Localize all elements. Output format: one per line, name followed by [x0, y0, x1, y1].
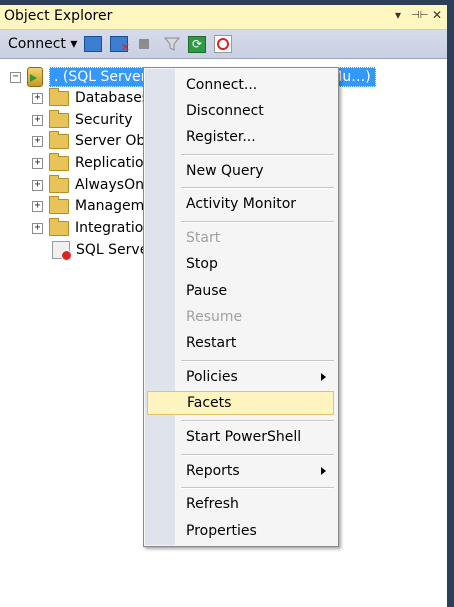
expand-icon[interactable]: + [32, 179, 43, 191]
collapse-icon[interactable]: − [10, 71, 21, 83]
expand-icon[interactable]: + [32, 222, 43, 234]
folder-icon [49, 217, 69, 236]
menu-item-start: Start [186, 230, 221, 246]
menu-item-activity-monitor[interactable]: Activity Monitor [147, 192, 334, 216]
refresh-icon[interactable]: ⟳ [188, 35, 206, 53]
submenu-arrow-icon [321, 467, 326, 475]
stop-icon[interactable] [139, 35, 149, 53]
close-icon[interactable]: ✕ [432, 8, 442, 22]
tree-node-label: Integration [75, 220, 153, 236]
connect-object-explorer-icon[interactable] [84, 35, 102, 53]
menu-item-label: Policies [186, 369, 238, 385]
tree-node-sql-server-agent[interactable]: SQL Server [52, 240, 154, 261]
menu-item-register[interactable]: Register... [147, 125, 334, 149]
server-running-icon [27, 67, 43, 87]
tree-node-databases[interactable]: + Databases [32, 87, 150, 108]
menu-item-new-query[interactable]: New Query [147, 159, 334, 183]
menu-item-properties[interactable]: Properties [147, 519, 334, 543]
tree-node-management[interactable]: + Managem [32, 195, 145, 216]
menu-separator [181, 187, 334, 189]
tree-node-label: Replication [75, 155, 153, 171]
tree-node-label: Managem [75, 198, 145, 214]
menu-item-label: Reports [186, 463, 240, 479]
agent-stopped-icon [52, 241, 72, 261]
expand-icon[interactable]: + [32, 114, 43, 126]
tree-node-alwayson[interactable]: + AlwaysOn [32, 174, 144, 195]
submenu-arrow-icon [321, 373, 326, 381]
menu-separator [181, 454, 334, 456]
folder-icon [49, 109, 69, 128]
title-bar: Object Explorer ▾ ⊣⊢ ✕ [0, 5, 447, 30]
menu-item-pause[interactable]: Pause [147, 279, 334, 303]
menu-item-stop[interactable]: Stop [147, 252, 334, 276]
activity-monitor-icon[interactable] [214, 35, 232, 53]
menu-item-resume: Resume [186, 309, 243, 325]
menu-separator [181, 221, 334, 223]
window-position-dropdown-icon[interactable]: ▾ [395, 8, 401, 22]
tree-node-label: Server Obj [75, 133, 150, 149]
expand-icon[interactable]: + [32, 135, 43, 147]
tree-node-label: Databases [75, 90, 150, 106]
menu-item-connect[interactable]: Connect... [147, 73, 334, 97]
expand-icon[interactable]: + [32, 200, 43, 212]
menu-separator [181, 420, 334, 422]
folder-icon [49, 195, 69, 214]
expand-icon[interactable]: + [32, 157, 43, 169]
menu-item-start-powershell[interactable]: Start PowerShell [147, 425, 334, 449]
menu-item-refresh[interactable]: Refresh [147, 492, 334, 516]
folder-icon [49, 174, 69, 193]
menu-item-facets[interactable]: Facets [147, 391, 334, 415]
connect-button[interactable]: Connect ▾ [8, 35, 77, 53]
tree-node-server-objects[interactable]: + Server Obj [32, 130, 150, 151]
folder-icon [49, 130, 69, 149]
tree-node-label: AlwaysOn [75, 177, 144, 193]
menu-separator [181, 360, 334, 362]
menu-item-restart[interactable]: Restart [147, 331, 334, 355]
context-menu: Connect... Disconnect Register... New Qu… [143, 67, 339, 547]
expand-icon[interactable]: + [32, 92, 43, 104]
folder-icon [49, 152, 69, 171]
tree-node-replication[interactable]: + Replication [32, 152, 153, 173]
auto-hide-pin-icon[interactable]: ⊣⊢ [411, 10, 428, 21]
tree-node-security[interactable]: + Security [32, 109, 133, 130]
menu-separator [181, 487, 334, 489]
folder-icon [49, 87, 69, 106]
tree-node-integration-services[interactable]: + Integration [32, 217, 153, 238]
menu-separator [181, 154, 334, 156]
menu-item-reports[interactable]: Reports [147, 459, 334, 483]
menu-item-policies[interactable]: Policies [147, 365, 334, 389]
toolbar: Connect ▾ ✕ ⟳ [0, 30, 447, 59]
disconnect-icon[interactable]: ✕ [110, 35, 130, 54]
filter-icon[interactable] [164, 35, 180, 53]
menu-item-disconnect[interactable]: Disconnect [147, 99, 334, 123]
tree-node-label: Security [75, 112, 133, 128]
panel-title: Object Explorer [4, 8, 113, 24]
